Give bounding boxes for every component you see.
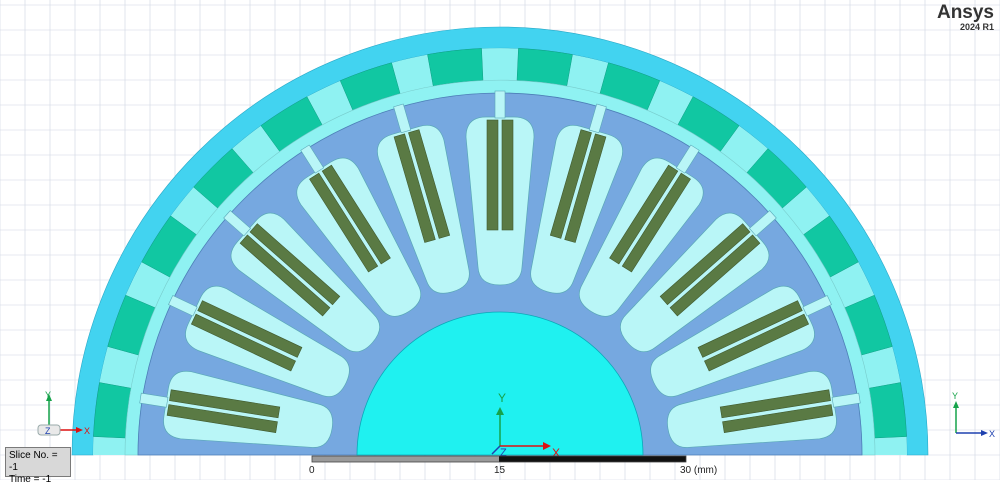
scale-tick-30: 30 (mm) bbox=[680, 465, 718, 476]
left-z-label: Z bbox=[45, 426, 51, 436]
right-y-label: Y bbox=[952, 391, 958, 401]
scale-bar bbox=[311, 455, 687, 463]
brand-version: 2024 R1 bbox=[959, 22, 994, 32]
right-x-label: X bbox=[989, 429, 995, 439]
scale-tick-0: 0 bbox=[309, 465, 315, 476]
slot-opening bbox=[494, 90, 506, 119]
right-orientation-triad[interactable]: Y X bbox=[952, 391, 995, 439]
left-y-label: Y bbox=[45, 390, 51, 400]
modeler-viewport[interactable]: Y X Z Y X Z Y X bbox=[0, 0, 1000, 480]
brand-logo: Ansys 2024 R1 bbox=[937, 3, 994, 32]
scale-tick-15: 15 bbox=[494, 465, 506, 476]
slice-number: Slice No. = -1 bbox=[9, 450, 58, 473]
center-y-label: Y bbox=[498, 391, 506, 405]
time-value: Time = -1 bbox=[9, 474, 52, 485]
brand-name: Ansys bbox=[936, 2, 994, 23]
left-x-label: X bbox=[84, 426, 90, 436]
slice-info-box: Slice No. = -1 Time = -1 bbox=[5, 447, 71, 485]
